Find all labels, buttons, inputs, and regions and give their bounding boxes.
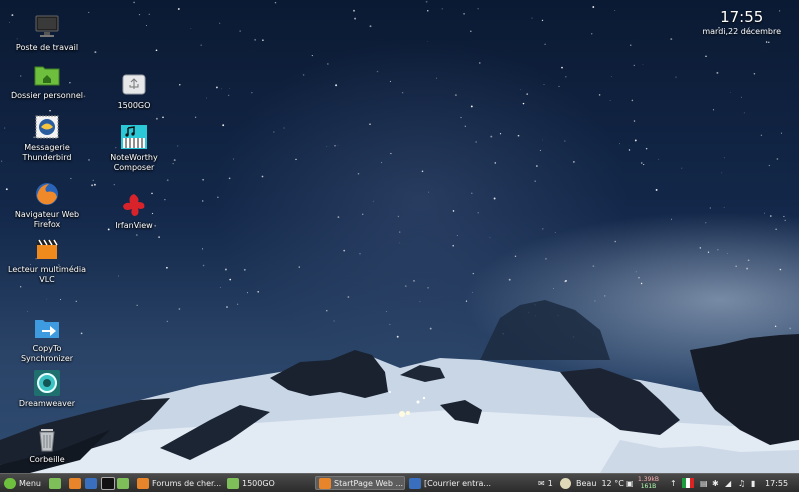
clipboard-icon: ▤ (700, 478, 708, 488)
taskbar-clock[interactable]: 17:55 (765, 474, 788, 492)
clipboard-slot[interactable]: ▤ (700, 474, 708, 492)
icon-label: Messagerie Thunderbird (22, 143, 72, 162)
display-icon-slot[interactable]: ▣ (626, 474, 634, 492)
menu-button[interactable]: Menu (1, 476, 45, 490)
thunderbird-icon (85, 477, 97, 489)
taskbar-window-startpage[interactable]: StartPage Web ... (315, 476, 405, 490)
folder-icon (227, 477, 239, 489)
taskbar-window-1500go[interactable]: 1500GO (224, 476, 312, 490)
update-icon-slot[interactable]: ↑ (670, 474, 677, 492)
weather-text: Beau 12 °C (576, 478, 624, 488)
desktop-icon-dreamweaver[interactable]: Dreamweaver (7, 370, 87, 409)
desktop-icon-firefox[interactable]: Navigateur Web Firefox (7, 181, 87, 230)
firefox-icon (319, 477, 331, 489)
folder-icon (117, 477, 129, 489)
wifi-slot[interactable]: ◢ (725, 474, 731, 492)
desktop-icon-computer[interactable]: Poste de travail (7, 14, 87, 53)
clock-date: mardi,22 décembre (702, 27, 781, 36)
chat-bubble-icon: ✉ (538, 478, 545, 488)
computer-icon (35, 15, 59, 37)
desktop-clock: 17:55 mardi,22 décembre (702, 8, 781, 38)
wifi-icon: ◢ (725, 478, 732, 488)
terminal-icon (101, 476, 115, 490)
quicklaunch-show-desktop[interactable] (46, 476, 64, 490)
notifications[interactable]: ✉ 1 (538, 474, 553, 492)
icon-label: Navigateur Web Firefox (14, 210, 80, 229)
icon-label: Dossier personnel (10, 91, 83, 100)
desktop-icon-vlc[interactable]: Lecteur multimédia VLC (7, 236, 87, 285)
icon-label: Dreamweaver (18, 399, 76, 408)
icon-label: CopyTo Synchronizer (20, 344, 74, 363)
bluetooth-icon: ✱ (712, 478, 719, 488)
thunderbird-icon (409, 477, 421, 489)
icon-label: Lecteur multimédia VLC (8, 265, 86, 284)
clock-time: 17:55 (720, 8, 764, 26)
icon-label: IrfanView (115, 221, 153, 230)
battery-icon: ▮ (751, 478, 756, 488)
taskbar-time: 17:55 (765, 478, 789, 488)
desktop-icon-trash[interactable]: Corbeille (7, 426, 87, 465)
icon-label: NoteWorthy Composer (110, 153, 158, 172)
bluetooth-slot[interactable]: ✱ (712, 474, 719, 492)
net-down: 161B (640, 483, 657, 490)
taskbar: Menu Forums de cher... 1500GO StartPage … (0, 473, 799, 492)
window-label: 1500GO (242, 478, 275, 488)
usb-drive-icon (122, 74, 146, 95)
keyboard-layout[interactable] (682, 474, 694, 492)
desktop[interactable]: 17:55 mardi,22 décembre Poste de travail… (0, 0, 799, 473)
dreamweaver-icon (34, 370, 60, 396)
desktop-icon-home-folder[interactable]: Dossier personnel (7, 62, 87, 101)
irfanview-icon (123, 194, 145, 216)
taskbar-window-forums[interactable]: Forums de cher... (134, 476, 222, 490)
mountain-landscape (0, 300, 799, 473)
notification-count: 1 (547, 478, 553, 488)
mint-logo-icon (4, 477, 16, 489)
show-desktop-icon (49, 477, 61, 489)
net-up: 1.39kB (638, 476, 659, 483)
firefox-icon (36, 183, 58, 205)
firefox-icon (137, 477, 149, 489)
menu-label: Menu (19, 478, 41, 488)
volume-slot[interactable]: ♫ (738, 474, 745, 492)
firefox-icon (69, 477, 81, 489)
window-label: StartPage Web ... (334, 478, 404, 488)
icon-label: Poste de travail (15, 43, 79, 52)
volume-icon: ♫ (738, 478, 746, 488)
network-monitor[interactable]: 1.39kB 161B (638, 474, 659, 492)
flag-icon (682, 478, 694, 488)
desktop-icon-1500go[interactable]: 1500GO (94, 72, 174, 111)
icon-label: 1500GO (117, 101, 151, 110)
display-icon: ▣ (626, 478, 634, 488)
desktop-icon-copyto[interactable]: CopyTo Synchronizer (7, 315, 87, 364)
vlc-icon (37, 239, 58, 259)
icon-label: Corbeille (29, 455, 65, 464)
taskbar-window-courrier[interactable]: [Courrier entra... (406, 476, 496, 490)
thunderbird-icon (35, 115, 59, 139)
trash-icon (39, 429, 55, 452)
quicklaunch-files[interactable] (114, 476, 132, 490)
weather-applet[interactable]: Beau 12 °C (560, 474, 624, 492)
moon-icon (560, 477, 571, 489)
home-folder-icon (34, 66, 60, 86)
battery-slot[interactable]: ▮ (751, 474, 755, 492)
window-label: Forums de cher... (152, 478, 222, 488)
desktop-icon-irfanview[interactable]: IrfanView (94, 192, 174, 231)
desktop-icon-noteworthy[interactable]: NoteWorthy Composer (94, 124, 174, 173)
music-composer-icon (121, 125, 147, 149)
desktop-icon-thunderbird[interactable]: Messagerie Thunderbird (7, 114, 87, 163)
window-label: [Courrier entra... (424, 478, 492, 488)
arrow-up-icon: ↑ (670, 478, 677, 488)
sync-folder-icon (35, 320, 59, 338)
